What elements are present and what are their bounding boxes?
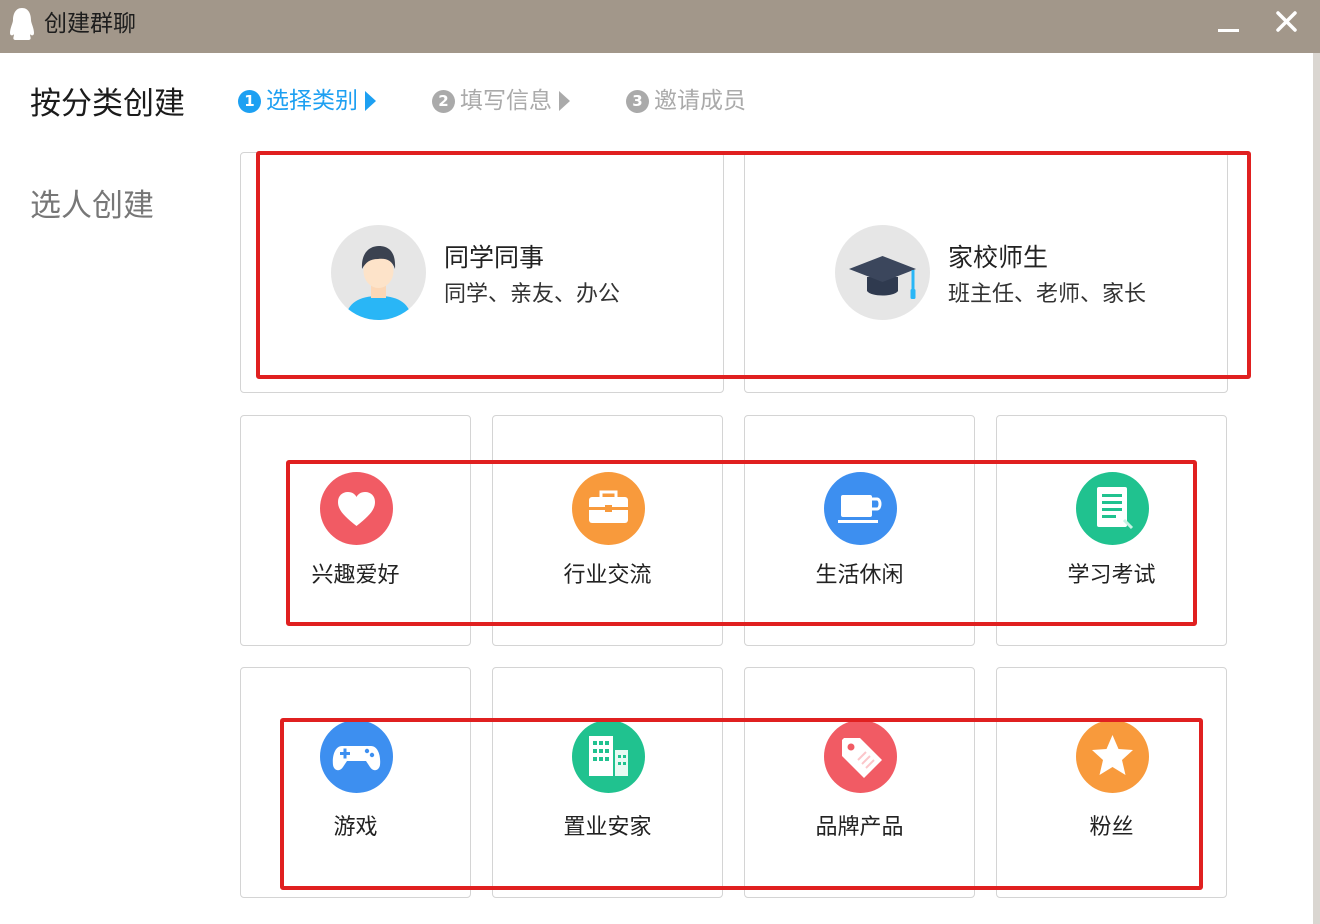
- category-label: 游戏: [333, 815, 378, 840]
- category-label: 行业交流: [563, 563, 652, 588]
- step-invite-members: 3 邀请成员: [626, 86, 746, 116]
- category-title: 家校师生: [948, 243, 1049, 272]
- heart-icon: [320, 472, 393, 545]
- buildings-icon: [572, 720, 645, 793]
- category-card-school[interactable]: 家校师生 班主任、老师、家长: [744, 152, 1228, 393]
- category-label: 粉丝: [1089, 815, 1134, 840]
- briefcase-icon: [572, 472, 645, 545]
- category-card-hobbies[interactable]: 兴趣爱好: [240, 415, 471, 646]
- category-card-housing[interactable]: 置业安家: [492, 667, 723, 898]
- category-label: 生活休闲: [815, 563, 904, 588]
- category-card-games[interactable]: 游戏: [240, 667, 471, 898]
- step-fill-info: 2 填写信息: [432, 86, 570, 116]
- category-label: 品牌产品: [815, 815, 904, 840]
- step-label: 选择类别: [266, 88, 358, 114]
- close-button[interactable]: [1268, 8, 1306, 40]
- step-select-category: 1 选择类别: [238, 86, 376, 116]
- window-edge: [1313, 53, 1320, 924]
- minimize-button[interactable]: [1212, 12, 1244, 42]
- step-number: 2: [432, 90, 455, 113]
- sidebar-item-by-category[interactable]: 按分类创建: [30, 84, 185, 124]
- step-arrow-icon: [365, 91, 376, 111]
- category-card-brands[interactable]: 品牌产品: [744, 667, 975, 898]
- step-number: 1: [238, 90, 261, 113]
- sidebar-item-by-people[interactable]: 选人创建: [30, 186, 154, 226]
- category-label: 学习考试: [1067, 563, 1156, 588]
- price-tag-icon: [824, 720, 897, 793]
- step-arrow-icon: [559, 91, 570, 111]
- qq-penguin-icon: [10, 8, 34, 40]
- category-title: 同学同事: [444, 243, 545, 272]
- category-card-lifestyle[interactable]: 生活休闲: [744, 415, 975, 646]
- category-card-classmates-colleagues[interactable]: 同学同事 同学、亲友、办公: [240, 152, 724, 393]
- category-label: 兴趣爱好: [311, 563, 400, 588]
- close-icon: [1276, 11, 1297, 32]
- gamepad-icon: [320, 720, 393, 793]
- category-card-study[interactable]: 学习考试: [996, 415, 1227, 646]
- step-label: 邀请成员: [654, 88, 746, 114]
- document-icon: [1076, 472, 1149, 545]
- step-label: 填写信息: [460, 88, 552, 114]
- person-avatar-icon: [331, 225, 426, 320]
- star-icon: [1076, 720, 1149, 793]
- title-bar: 创建群聊: [0, 0, 1320, 53]
- coffee-cup-icon: [824, 472, 897, 545]
- window-title: 创建群聊: [44, 11, 136, 37]
- category-subtitle: 同学、亲友、办公: [444, 282, 621, 307]
- step-number: 3: [626, 90, 649, 113]
- category-label: 置业安家: [563, 815, 652, 840]
- category-subtitle: 班主任、老师、家长: [948, 282, 1147, 307]
- category-card-industry[interactable]: 行业交流: [492, 415, 723, 646]
- graduation-cap-icon: [835, 225, 930, 320]
- category-card-fans[interactable]: 粉丝: [996, 667, 1227, 898]
